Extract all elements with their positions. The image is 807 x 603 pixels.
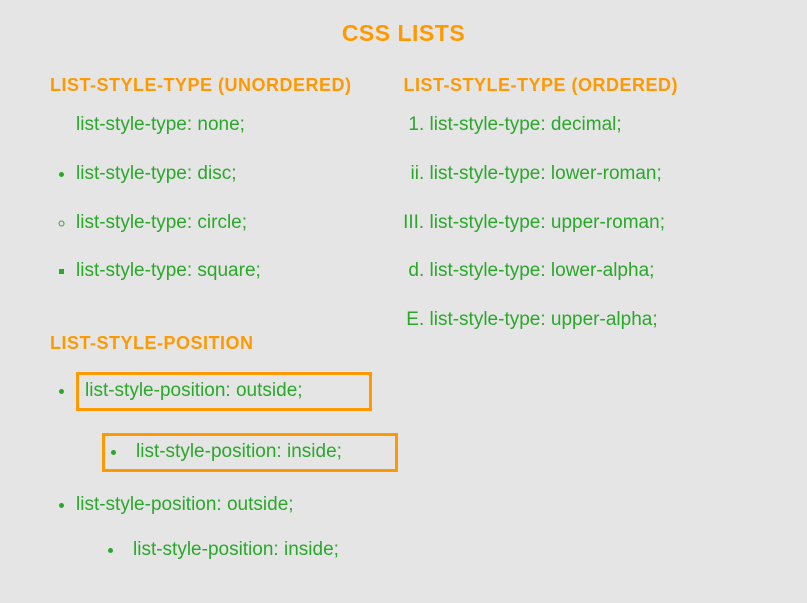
list-item: list-style-position: outside; — [76, 372, 372, 411]
list-item: list-style-type: square; — [76, 260, 404, 283]
list-item: list-style-type: lower-roman; — [430, 163, 758, 186]
column-left: LIST-STYLE-TYPE (UNORDERED) list-style-t… — [50, 75, 404, 583]
column-right: LIST-STYLE-TYPE (ORDERED) list-style-typ… — [404, 75, 758, 583]
list-item: list-style-position: inside; — [108, 539, 404, 562]
list-item: list-style-type: circle; — [76, 212, 404, 235]
list-item: list-style-type: upper-roman; — [430, 212, 758, 235]
list-item: list-style-type: upper-alpha; — [430, 309, 758, 332]
page-title: CSS LISTS — [50, 20, 757, 47]
section-title-position: LIST-STYLE-POSITION — [50, 333, 404, 354]
section-title-unordered: LIST-STYLE-TYPE (UNORDERED) — [50, 75, 404, 96]
list-item: list-style-type: lower-alpha; — [430, 260, 758, 283]
list-ordered: list-style-type: decimal; list-style-typ… — [404, 114, 758, 332]
list-item: list-style-type: disc; — [76, 163, 404, 186]
section-title-ordered: LIST-STYLE-TYPE (ORDERED) — [404, 75, 758, 96]
page: CSS LISTS LIST-STYLE-TYPE (UNORDERED) li… — [0, 0, 807, 583]
list-unordered: list-style-type: none; list-style-type: … — [50, 114, 404, 283]
list-item: list-style-position: outside; — [76, 494, 404, 517]
list-position-boxed: list-style-position: outside; list-style… — [50, 372, 404, 472]
list-position-plain: list-style-position: outside; list-style… — [50, 494, 404, 562]
columns: LIST-STYLE-TYPE (UNORDERED) list-style-t… — [50, 75, 757, 583]
list-item: list-style-type: none; — [76, 114, 404, 137]
list-item: list-style-position: inside; — [102, 433, 398, 472]
list-item: list-style-type: decimal; — [430, 114, 758, 137]
